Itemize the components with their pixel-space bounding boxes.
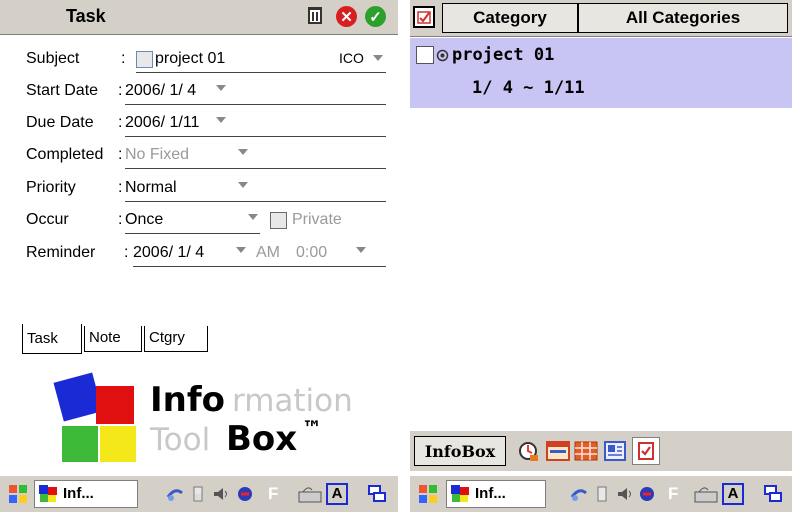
reminder-label: Reminder (26, 244, 96, 261)
sync-icon[interactable] (236, 485, 254, 503)
battery-icon[interactable] (593, 485, 611, 503)
icon-selector[interactable]: ICO (339, 50, 364, 66)
chevron-down-icon[interactable] (238, 182, 248, 188)
input-method-a[interactable]: A (326, 483, 348, 505)
occur-value[interactable]: Once (125, 211, 163, 229)
trash-icon[interactable] (308, 7, 322, 24)
chevron-down-icon[interactable] (216, 117, 226, 123)
priority-value[interactable]: Normal (125, 179, 177, 197)
window-title: Task (66, 6, 106, 26)
subject-input[interactable]: project 01 (155, 50, 225, 68)
priority-label: Priority (26, 179, 76, 196)
information-toolbox-logo: Info rmation Tool Box ™ (0, 372, 398, 468)
tasks-view-tab[interactable] (632, 437, 660, 465)
delete-icon[interactable]: ✕ (336, 6, 357, 27)
calendar-month-icon[interactable] (574, 441, 598, 461)
task-item-title: project 01 (452, 45, 555, 65)
chevron-down-icon[interactable] (238, 149, 248, 155)
logo-box: Box (226, 419, 298, 459)
window-switch-icon[interactable] (368, 485, 386, 503)
private-label: Private (292, 211, 342, 228)
battery-icon[interactable] (189, 485, 207, 503)
clock-icon[interactable] (518, 441, 540, 463)
logo-red-square (96, 386, 134, 424)
chevron-down-icon[interactable] (216, 85, 226, 91)
app-logo-icon (39, 485, 57, 502)
task-list-window: Category All Categories project 01 1/ 4 … (410, 0, 792, 512)
logo-info: Info (150, 380, 226, 420)
task-complete-checkbox[interactable] (416, 46, 434, 64)
completed-row: Completed : No Fixed (0, 139, 398, 171)
occur-label: Occur (26, 211, 69, 228)
windows-flag-icon[interactable] (418, 484, 438, 509)
start-date-value[interactable]: 2006/ 1/ 4 (125, 82, 196, 100)
reminder-time[interactable]: 0:00 (296, 244, 327, 262)
list-header: Category All Categories (410, 0, 792, 37)
keyboard-icon[interactable] (298, 485, 322, 503)
due-date-row: Due Date : 2006/ 1/11 (0, 107, 398, 139)
input-f-indicator[interactable]: F (668, 484, 678, 504)
taskbar: Inf... F A (0, 475, 398, 512)
volume-icon[interactable] (212, 485, 230, 503)
keyboard-icon[interactable] (694, 485, 718, 503)
priority-row: Priority : Normal (0, 172, 398, 204)
chevron-down-icon[interactable] (356, 247, 366, 253)
reminder-date[interactable]: 2006/ 1/ 4 (133, 244, 204, 262)
app-task-button[interactable]: Inf... (446, 480, 546, 508)
tab-note[interactable]: Note (84, 326, 142, 352)
logo-green-square (62, 426, 98, 462)
completed-label: Completed (26, 146, 104, 163)
taskbar: Inf... F A (410, 475, 792, 512)
logo-rmation: rmation (232, 383, 353, 419)
calendar-week-icon[interactable] (546, 441, 570, 461)
ok-icon[interactable]: ✓ (365, 6, 386, 27)
task-status-icon (436, 49, 449, 62)
connection-icon[interactable] (570, 485, 588, 503)
chevron-down-icon[interactable] (236, 247, 246, 253)
sync-icon[interactable] (638, 485, 656, 503)
tab-ctgry[interactable]: Ctgry (144, 326, 208, 352)
reminder-row: Reminder : 2006/ 1/ 4 AM 0:00 (0, 237, 398, 269)
completed-value[interactable]: No Fixed (125, 146, 189, 164)
private-checkbox[interactable] (270, 212, 287, 229)
windows-flag-icon[interactable] (8, 484, 28, 509)
subject-checkbox[interactable] (136, 51, 153, 68)
infobox-menu-button[interactable]: InfoBox (414, 436, 506, 466)
due-date-value[interactable]: 2006/ 1/11 (125, 114, 199, 132)
task-item-dates: 1/ 4 ~ 1/11 (472, 78, 585, 98)
input-f-indicator[interactable]: F (268, 484, 278, 504)
subject-label: Subject (26, 50, 80, 67)
app-logo-icon (451, 485, 469, 502)
category-filter-dropdown[interactable]: All Categories (578, 3, 788, 33)
app-label: Inf... (475, 485, 506, 502)
checklist-icon (638, 442, 654, 460)
task-edit-window: Task ✕ ✓ Subject : project 01 ICO Start … (0, 0, 398, 512)
volume-icon[interactable] (616, 485, 634, 503)
infobox-toolbar: InfoBox (410, 430, 792, 471)
chevron-down-icon[interactable] (373, 55, 383, 61)
contacts-icon[interactable] (604, 441, 626, 461)
task-list-item[interactable]: project 01 1/ 4 ~ 1/11 (410, 38, 792, 108)
reminder-ampm[interactable]: AM (256, 244, 280, 262)
connection-icon[interactable] (166, 485, 184, 503)
logo-trademark: ™ (302, 416, 322, 440)
task-view-icon[interactable] (413, 6, 435, 28)
occur-row: Occur : Once Private (0, 204, 398, 236)
logo-yellow-square (100, 426, 136, 462)
title-bar: Task ✕ ✓ (0, 0, 398, 35)
subject-row: Subject : project 01 ICO (0, 43, 398, 75)
chevron-down-icon[interactable] (248, 214, 258, 220)
start-date-row: Start Date : 2006/ 1/ 4 (0, 75, 398, 107)
window-switch-icon[interactable] (764, 485, 782, 503)
input-method-a[interactable]: A (722, 483, 744, 505)
start-date-label: Start Date (26, 82, 99, 99)
app-task-button[interactable]: Inf... (34, 480, 138, 508)
logo-tool: Tool (150, 422, 211, 458)
due-date-label: Due Date (26, 114, 94, 131)
app-label: Inf... (63, 485, 94, 502)
category-label-button[interactable]: Category (442, 3, 578, 33)
tab-task[interactable]: Task (22, 324, 82, 354)
